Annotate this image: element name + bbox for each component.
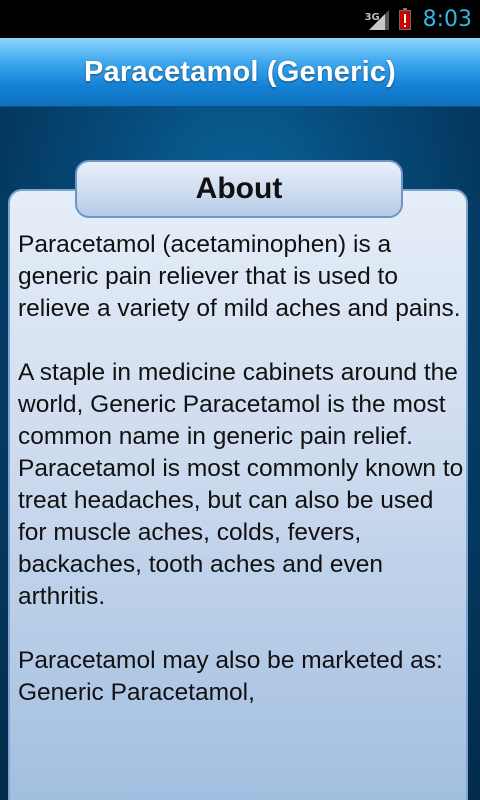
- paragraph: Paracetamol (acetaminophen) is a generic…: [18, 231, 461, 322]
- signal-icon: 3G: [365, 6, 391, 32]
- battery-alert-icon: [398, 8, 411, 30]
- section-heading-tab: About: [75, 160, 403, 218]
- about-card[interactable]: Paracetamol (acetaminophen) is a generic…: [8, 189, 468, 800]
- paragraph: Paracetamol may also be marketed as:: [18, 647, 443, 674]
- section-heading: About: [195, 172, 283, 205]
- paragraph: A staple in medicine cabinets around the…: [18, 359, 464, 610]
- status-bar: 3G 8:03: [0, 0, 480, 38]
- about-text: Paracetamol (acetaminophen) is a generic…: [18, 229, 464, 709]
- paragraph: Generic Paracetamol,: [18, 679, 255, 706]
- status-clock: 8:03: [422, 6, 472, 32]
- title-bar: Paracetamol (Generic): [0, 38, 480, 107]
- page-title: Paracetamol (Generic): [83, 55, 397, 88]
- status-icons: 3G 8:03: [365, 0, 472, 38]
